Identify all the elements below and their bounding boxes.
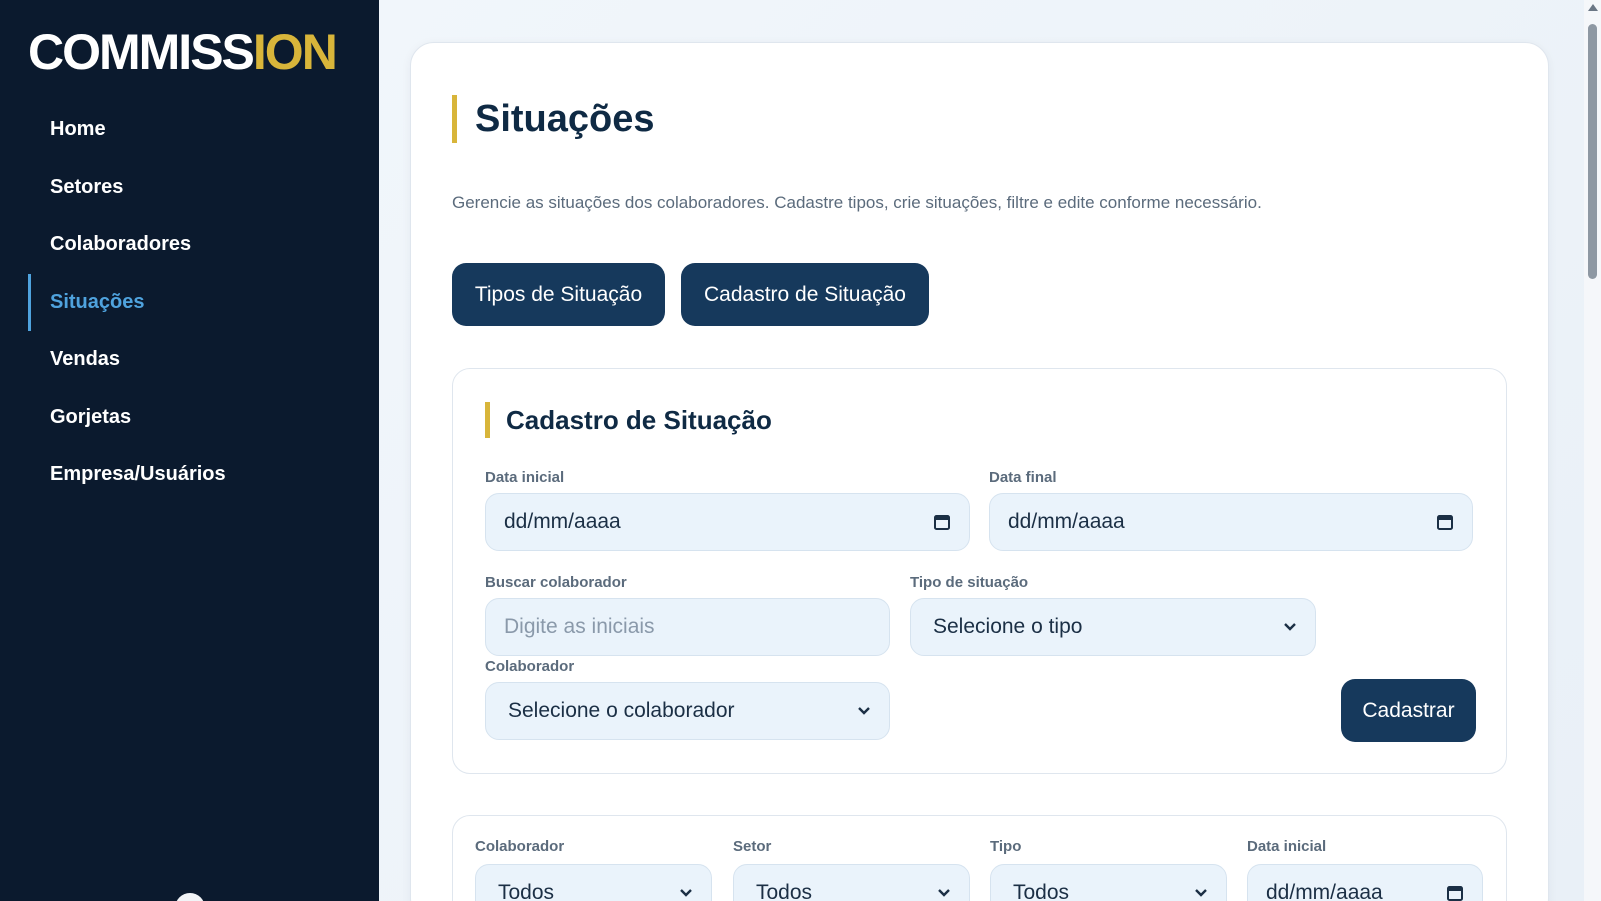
tab-tipos-de-situacao[interactable]: Tipos de Situação [452,263,665,326]
sidebar: COMMISSION Home Setores Colaboradores Si… [0,0,379,901]
filter-type-select[interactable]: Todos [990,864,1227,901]
page-description: Gerencie as situações dos colaboradores.… [452,193,1262,212]
filter-type-label: Tipo [990,838,1022,855]
search-employee-placeholder: Digite as iniciais [504,615,655,638]
logo-main-text: COMMISS [28,24,255,80]
sidebar-item-label: Empresa/Usuários [50,463,226,486]
brand-logo[interactable]: COMMISSION [28,22,338,82]
filter-employee-select[interactable]: Todos [475,864,712,901]
sidebar-toggle-handle[interactable] [175,893,205,901]
filter-sector-label: Setor [733,838,772,855]
register-button[interactable]: Cadastrar [1341,679,1476,742]
chevron-down-icon [938,889,950,897]
sidebar-item-label: Home [50,118,106,141]
filter-sector-value: Todos [756,881,813,901]
situation-type-label: Tipo de situação [910,574,1029,591]
chevron-down-icon [1195,889,1207,897]
scroll-up-arrow-icon[interactable] [1588,4,1598,11]
tab-cadastro-de-situacao[interactable]: Cadastro de Situação [681,263,929,326]
date-end-value: dd/mm/aaaa [1008,510,1125,533]
filter-date-start-value: dd/mm/aaaa [1266,881,1383,901]
search-employee-label: Buscar colaborador [485,574,627,591]
logo-accent-text: ION [252,24,338,80]
date-start-label: Data inicial [485,469,565,486]
sidebar-item-gorjetas[interactable]: Gorjetas [28,389,358,447]
sidebar-item-label: Situações [50,290,145,313]
date-start-input[interactable]: dd/mm/aaaa [485,493,970,551]
date-start-value: dd/mm/aaaa [504,510,621,533]
date-end-label: Data final [989,469,1057,486]
sidebar-item-setores[interactable]: Setores [28,159,358,217]
chevron-down-icon [1284,623,1296,631]
page-title: Situações [452,95,655,143]
employee-label: Colaborador [485,658,575,675]
situation-type-select[interactable]: Selecione o tipo [910,598,1316,656]
filter-type-value: Todos [1013,881,1070,901]
chevron-down-icon [680,889,692,897]
calendar-icon[interactable] [1446,884,1464,901]
sidebar-item-label: Gorjetas [50,405,132,428]
sidebar-item-empresa-usuarios[interactable]: Empresa/Usuários [28,446,358,504]
employee-select[interactable]: Selecione o colaborador [485,682,890,740]
page-scrollbar[interactable] [1584,0,1601,901]
sidebar-item-vendas[interactable]: Vendas [28,331,358,389]
sidebar-item-label: Colaboradores [50,233,192,256]
filter-date-start-label: Data inicial [1247,838,1327,855]
employee-select-value: Selecione o colaborador [508,699,735,722]
sidebar-item-situacoes[interactable]: Situações [28,273,358,331]
filter-sector-select[interactable]: Todos [733,864,970,901]
filter-employee-label: Colaborador [475,838,565,855]
sidebar-item-label: Vendas [50,348,121,371]
date-end-input[interactable]: dd/mm/aaaa [989,493,1473,551]
chevron-down-icon [858,707,870,715]
form-title: Cadastro de Situação [485,402,772,438]
search-employee-input[interactable]: Digite as iniciais [485,598,890,656]
filter-date-start-input[interactable]: dd/mm/aaaa [1247,864,1483,901]
sidebar-item-colaboradores[interactable]: Colaboradores [28,216,358,274]
situation-type-value: Selecione o tipo [933,615,1083,638]
filter-employee-value: Todos [498,881,555,901]
calendar-icon[interactable] [933,513,951,531]
sidebar-nav: Home Setores Colaboradores Situações Ven… [28,101,358,504]
sidebar-item-home[interactable]: Home [28,101,358,159]
calendar-icon[interactable] [1436,513,1454,531]
scroll-thumb[interactable] [1588,24,1597,279]
sidebar-item-label: Setores [50,175,124,198]
